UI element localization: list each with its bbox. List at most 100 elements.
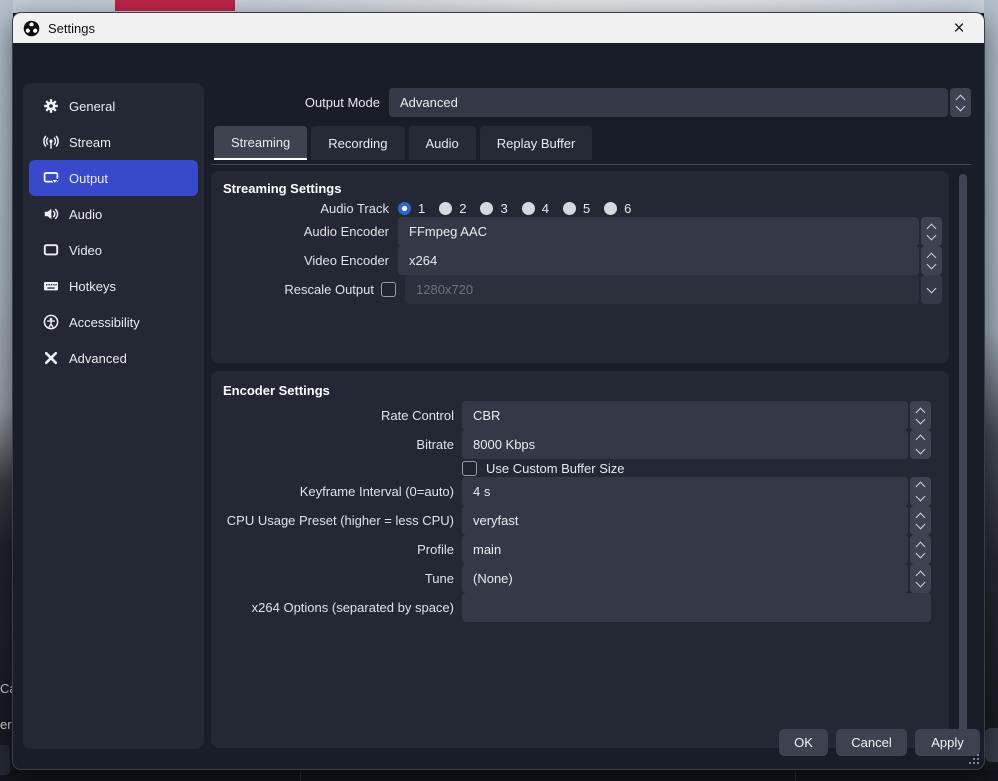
audio-track-number: 2 [459,201,466,216]
sidebar-item-output[interactable]: Output [29,160,198,196]
spinner-buttons[interactable] [910,506,931,535]
vertical-scrollbar[interactable] [959,174,967,742]
audio-track-radio-group: 123456 [398,201,638,216]
sidebar-item-accessibility[interactable]: Accessibility [29,304,198,340]
obs-logo-icon [23,20,40,37]
audio-track-radio-3[interactable] [480,202,493,215]
sidebar-item-label: General [69,99,115,114]
sidebar-item-label: Hotkeys [69,279,116,294]
settings-sidebar: General Stream Output Audio Video Hotkeys Acce… [23,83,204,749]
custom-buffer-label: Use Custom Buffer Size [486,461,624,476]
sidebar-item-label: Audio [69,207,102,222]
tune-value: (None) [462,564,908,593]
spinner-buttons[interactable] [910,564,931,593]
audio-track-radio-6[interactable] [604,202,617,215]
keyframe-interval-label: Keyframe Interval (0=auto) [211,484,454,499]
keyframe-interval-value: 4 s [462,477,908,506]
audio-track-number: 6 [624,201,631,216]
speaker-icon [43,206,59,222]
output-mode-label: Output Mode [305,95,380,110]
tools-icon [43,350,59,366]
audio-track-radio-1[interactable] [398,202,411,215]
background-button-fragment [985,728,998,762]
rate-control-select[interactable]: CBR [462,401,931,430]
sidebar-item-label: Accessibility [69,315,140,330]
bitrate-label: Bitrate [211,437,454,452]
encoder-settings-group: Encoder Settings Rate Control CBR Bitrat… [211,371,949,748]
sidebar-item-stream[interactable]: Stream [29,124,198,160]
sidebar-item-label: Video [69,243,102,258]
x264-options-label: x264 Options (separated by space) [211,600,454,615]
profile-value: main [462,535,908,564]
bitrate-spinbox[interactable]: 8000 Kbps [462,430,931,459]
audio-track-radio-2[interactable] [439,202,452,215]
spinner-buttons[interactable] [921,246,942,275]
audio-track-number: 5 [583,201,590,216]
audio-track-number: 3 [500,201,507,216]
titlebar[interactable]: Settings × [13,13,984,43]
cpu-preset-value: veryfast [462,506,908,535]
output-mode-select[interactable]: Advanced [389,88,971,117]
rescale-output-checkbox[interactable] [381,282,396,297]
streaming-settings-group: Streaming Settings Audio Track 123456 Au… [211,171,949,363]
tune-select[interactable]: (None) [462,564,931,593]
rescale-resolution-value: 1280x720 [405,275,919,304]
sidebar-item-audio[interactable]: Audio [29,196,198,232]
obs-main-window-edge [0,770,998,781]
sidebar-item-general[interactable]: General [29,88,198,124]
profile-select[interactable]: main [462,535,931,564]
video-encoder-select[interactable]: x264 [398,246,942,275]
sidebar-item-video[interactable]: Video [29,232,198,268]
custom-buffer-checkbox[interactable] [462,461,477,476]
sidebar-item-label: Output [69,171,108,186]
window-title: Settings [48,21,95,36]
rate-control-value: CBR [462,401,908,430]
tune-label: Tune [211,571,454,586]
close-button[interactable]: × [944,15,974,41]
dropdown-arrow [921,275,942,304]
video-encoder-label: Video Encoder [217,253,389,268]
spinner-buttons[interactable] [910,535,931,564]
x264-options-input[interactable] [462,593,931,622]
sidebar-item-advanced[interactable]: Advanced [29,340,198,376]
video-encoder-value: x264 [398,246,919,275]
accessibility-icon [43,314,59,330]
spinner-buttons[interactable] [910,430,931,459]
settings-dialog: Settings × General Stream Output Audio Video… [12,12,985,770]
audio-track-radio-5[interactable] [563,202,576,215]
keyframe-interval-spinbox[interactable]: 4 s [462,477,931,506]
resize-grip-icon[interactable] [968,753,980,765]
tab-streaming[interactable]: Streaming [214,126,307,160]
spinner-buttons[interactable] [910,401,931,430]
gear-icon [43,98,59,114]
audio-track-radio-4[interactable] [522,202,535,215]
sidebar-item-hotkeys[interactable]: Hotkeys [29,268,198,304]
spinner-buttons[interactable] [921,217,942,246]
spinner-buttons[interactable] [950,88,971,117]
tab-recording[interactable]: Recording [311,126,404,160]
spinner-buttons[interactable] [910,477,931,506]
desktop-wallpaper-right [984,0,998,781]
output-screen-icon [43,170,59,186]
cancel-button[interactable]: Cancel [836,729,907,756]
background-divider [300,771,301,781]
audio-encoder-select[interactable]: FFmpeg AAC [398,217,942,246]
output-tabs: StreamingRecordingAudioReplay Buffer [214,126,592,160]
rate-control-label: Rate Control [211,408,454,423]
bitrate-value: 8000 Kbps [462,430,908,459]
audio-encoder-value: FFmpeg AAC [398,217,919,246]
streaming-settings-title: Streaming Settings [223,171,949,199]
cpu-preset-label: CPU Usage Preset (higher = less CPU) [211,513,454,528]
profile-label: Profile [211,542,454,557]
background-button-fragment [0,745,10,775]
background-window-strip [115,0,235,11]
apply-button[interactable]: Apply [915,729,980,756]
ok-button[interactable]: OK [779,729,828,756]
tab-replay-buffer[interactable]: Replay Buffer [480,126,593,160]
cpu-preset-select[interactable]: veryfast [462,506,931,535]
sidebar-item-label: Advanced [69,351,127,366]
keyboard-icon [43,278,59,294]
tab-audio[interactable]: Audio [409,126,476,160]
background-text-fragment: er [0,717,12,732]
monitor-icon [43,242,59,258]
